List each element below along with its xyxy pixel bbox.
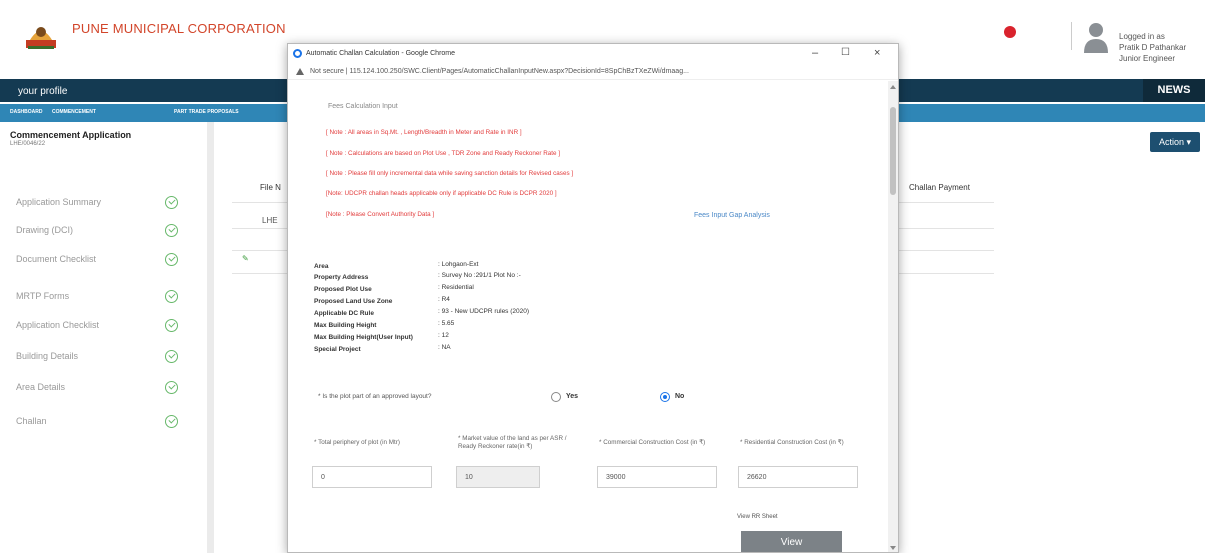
minimize-icon[interactable]: – <box>812 47 818 59</box>
note-text: [ Note : Please fill only incremental da… <box>326 170 574 177</box>
check-icon <box>165 290 178 303</box>
address-bar[interactable]: Not secure | 115.124.100.250/SWC.Client/… <box>288 64 898 80</box>
prop-value: : R4 <box>438 296 450 303</box>
challan-popup-window: Automatic Challan Calculation - Google C… <box>287 43 899 553</box>
user-line-1: Logged in as <box>1119 32 1165 41</box>
scrollbar-thumb[interactable] <box>890 107 896 195</box>
sidebar-item-building-details[interactable]: Building Details <box>16 351 78 361</box>
tab-dashboard[interactable]: DASHBOARD <box>10 109 43 115</box>
user-info[interactable]: Logged in as Pratik D Pathankar Junior E… <box>1119 31 1186 64</box>
sidebar-item-drawing[interactable]: Drawing (DCI) <box>16 225 73 235</box>
periphery-input[interactable]: 0 <box>312 466 432 488</box>
warning-icon <box>296 68 304 75</box>
close-icon[interactable]: × <box>874 47 880 59</box>
note-text: [ Note : Calculations are based on Plot … <box>326 150 561 157</box>
note-text: [Note: UDCPR challan heads applicable on… <box>326 190 557 197</box>
pmc-logo-icon <box>26 27 56 49</box>
chrome-icon <box>293 49 302 58</box>
sidebar-item-area-details[interactable]: Area Details <box>16 382 65 392</box>
check-icon <box>165 196 178 209</box>
view-button[interactable]: View <box>741 531 842 552</box>
notification-icon[interactable] <box>1004 26 1016 38</box>
field-label-periphery: * Total periphery of plot (in Mtr) <box>314 439 400 446</box>
tab-commencement[interactable]: COMMENCEMENT <box>52 109 96 115</box>
note-text: [ Note : All areas in Sq.Mt. , Length/Br… <box>326 129 522 136</box>
prop-label: Max Building Height <box>314 322 377 329</box>
check-icon <box>165 350 178 363</box>
layout-question: * Is the plot part of an approved layout… <box>318 393 432 400</box>
field-label-residential-cost: * Residential Construction Cost (in ₹) <box>740 439 844 446</box>
application-title: Commencement Application <box>10 130 132 140</box>
page: PUNE MUNICIPAL CORPORATION Logged in as … <box>0 0 1205 553</box>
action-dropdown[interactable]: Action ▾ <box>1150 132 1200 152</box>
sidebar-item-document-checklist[interactable]: Document Checklist <box>16 254 96 264</box>
popup-content: Fees Calculation Input [ Note : All area… <box>288 81 888 552</box>
prop-label: Max Building Height(User Input) <box>314 334 413 341</box>
radio-no[interactable] <box>660 392 670 402</box>
scroll-down-icon[interactable] <box>890 546 896 550</box>
table-cell[interactable]: LHE <box>262 216 278 225</box>
col-challan-header: Challan Payment <box>909 183 970 192</box>
edit-icon[interactable]: ✎ <box>242 254 249 263</box>
prop-label: Area <box>314 263 329 270</box>
field-label-commercial-cost: * Commercial Construction Cost (in ₹) <box>599 439 706 446</box>
news-button[interactable]: NEWS <box>1143 79 1205 102</box>
panel-divider <box>207 122 214 553</box>
fees-gap-analysis-link[interactable]: Fees Input Gap Analysis <box>694 211 774 220</box>
window-title: Automatic Challan Calculation - Google C… <box>306 50 456 57</box>
prop-label: Proposed Plot Use <box>314 286 372 293</box>
url-text[interactable]: Not secure | 115.124.100.250/SWC.Client/… <box>310 68 689 75</box>
section-title: Fees Calculation Input <box>328 103 398 110</box>
sidebar-item-application-checklist[interactable]: Application Checklist <box>16 320 99 330</box>
popup-scrollbar[interactable] <box>888 81 898 552</box>
prop-label: Proposed Land Use Zone <box>314 298 393 305</box>
residential-cost-input[interactable]: 26620 <box>738 466 858 488</box>
radio-yes[interactable] <box>551 392 561 402</box>
scroll-up-icon[interactable] <box>890 85 896 89</box>
view-rr-sheet-label[interactable]: View RR Sheet <box>737 514 778 520</box>
prop-label: Special Project <box>314 346 361 353</box>
check-icon <box>165 224 178 237</box>
user-line-3: Junior Engineer <box>1119 54 1176 63</box>
note-text: [Note : Please Convert Authority Data ] <box>326 211 435 218</box>
header-divider <box>1071 22 1072 50</box>
user-line-2: Pratik D Pathankar <box>1119 43 1187 52</box>
profile-link[interactable]: your profile <box>18 86 67 97</box>
field-label-market-value: * Market value of the land as per ASR / … <box>458 435 567 450</box>
tab-part-trade[interactable]: PART TRADE PROPOSALS <box>174 109 239 115</box>
prop-label: Applicable DC Rule <box>314 310 374 317</box>
check-icon <box>165 415 178 428</box>
user-avatar-icon[interactable] <box>1083 21 1109 53</box>
window-titlebar: Automatic Challan Calculation - Google C… <box>288 44 898 64</box>
sidebar-item-application-summary[interactable]: Application Summary <box>16 197 101 207</box>
prop-value: : NA <box>438 344 451 351</box>
org-name[interactable]: PUNE MUNICIPAL CORPORATION <box>72 21 286 36</box>
prop-label: Property Address <box>314 274 369 281</box>
prop-value: : Lohgaon-Ext <box>438 261 479 268</box>
sidebar-item-challan[interactable]: Challan <box>16 416 47 426</box>
prop-value: : 93 - New UDCPR rules (2020) <box>438 308 530 315</box>
maximize-icon[interactable]: ☐ <box>841 47 850 58</box>
market-value-input[interactable]: 10 <box>456 466 540 488</box>
commercial-cost-input[interactable]: 39000 <box>597 466 717 488</box>
radio-yes-label[interactable]: Yes <box>566 393 578 400</box>
application-number: LHE/0046/22 <box>10 141 46 147</box>
col-file-header: File N <box>260 183 281 192</box>
prop-value: : 5.65 <box>438 320 455 327</box>
check-icon <box>165 319 178 332</box>
prop-value: : Survey No :291/1 Plot No :- <box>438 272 521 279</box>
radio-no-label[interactable]: No <box>675 393 684 400</box>
prop-value: : Residential <box>438 284 474 291</box>
check-icon <box>165 381 178 394</box>
check-icon <box>165 253 178 266</box>
sidebar-item-mrtp-forms[interactable]: MRTP Forms <box>16 291 69 301</box>
prop-value: : 12 <box>438 332 449 339</box>
